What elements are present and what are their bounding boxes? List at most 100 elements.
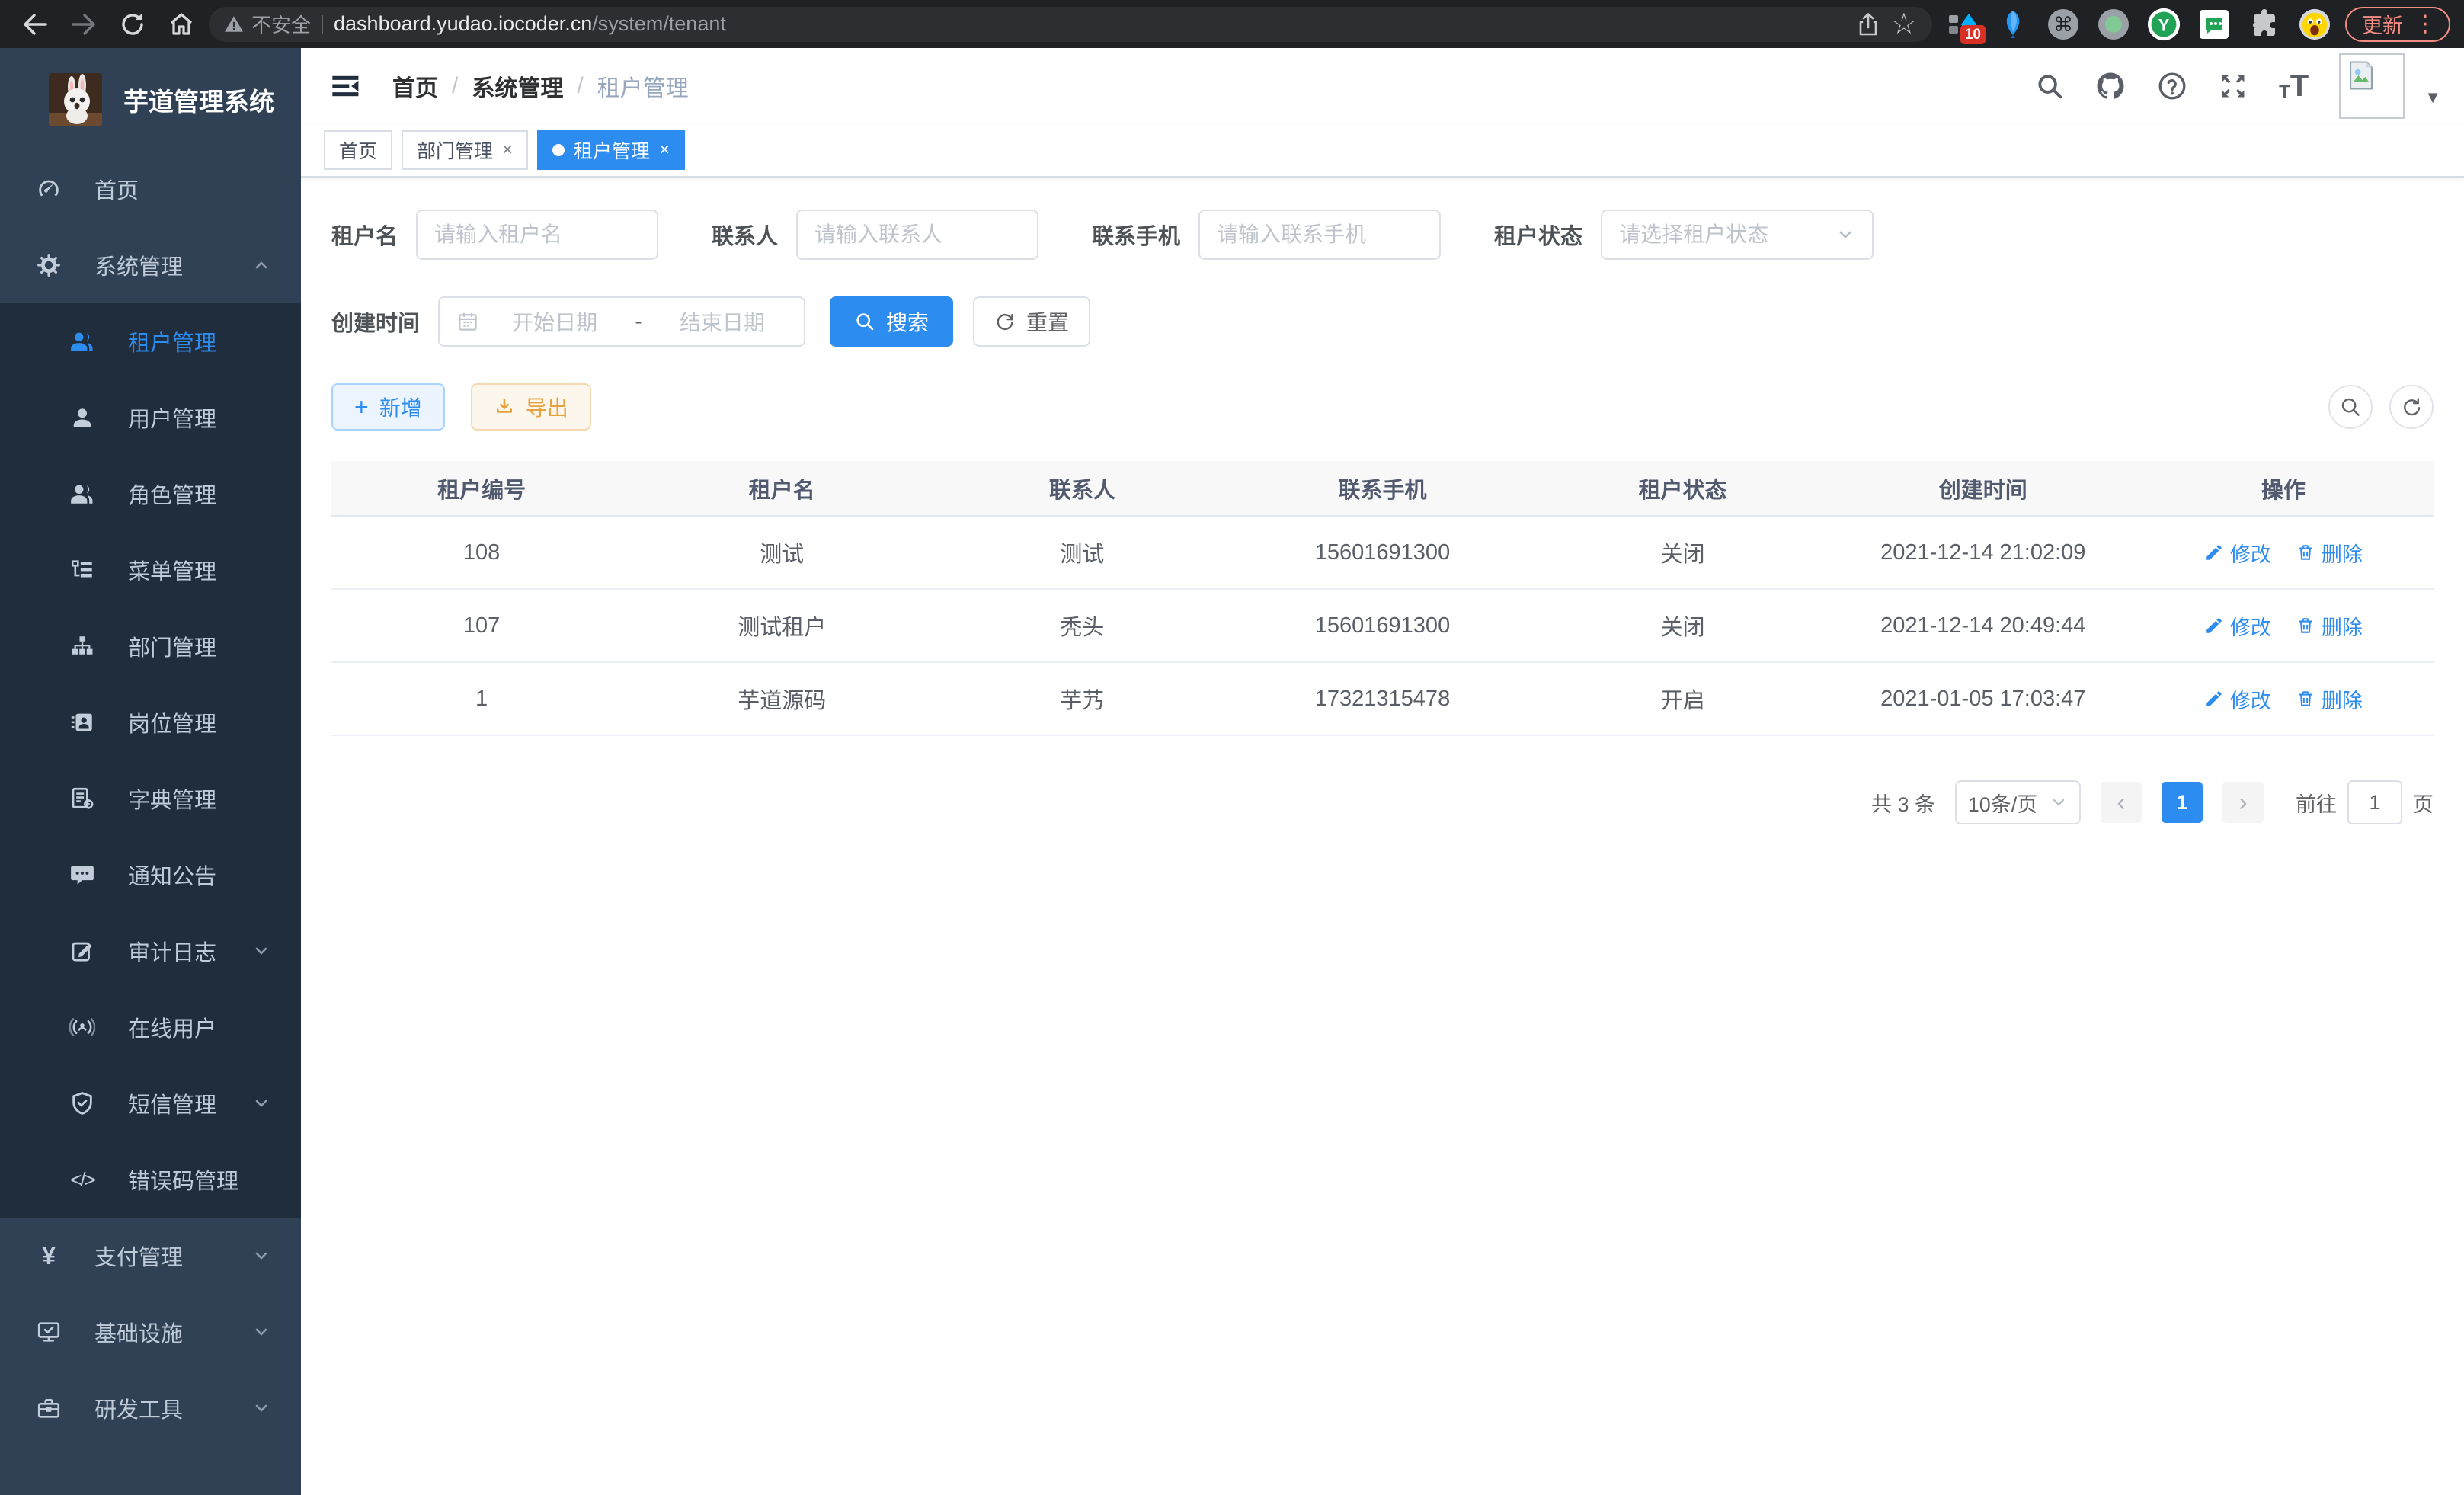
sidebar-item-menu[interactable]: 菜单管理 xyxy=(0,532,301,608)
sidebar-item-devtools[interactable]: 研发工具 xyxy=(0,1370,301,1446)
sidebar-item-audit-log[interactable]: 审计日志 xyxy=(0,913,301,989)
search-icon[interactable] xyxy=(2035,72,2064,101)
goto-page-input[interactable] xyxy=(2347,780,2402,824)
tab-home[interactable]: 首页 xyxy=(324,130,392,170)
sidebar-item-tenant[interactable]: 租户管理 xyxy=(0,303,301,379)
delete-link[interactable]: 删除 xyxy=(2296,611,2363,641)
browser-forward-icon[interactable] xyxy=(62,7,105,42)
table-search-toggle-button[interactable] xyxy=(2328,385,2373,429)
extension-command-icon[interactable]: ⌘ xyxy=(2046,8,2080,41)
github-icon[interactable] xyxy=(2094,70,2126,102)
edit-link[interactable]: 修改 xyxy=(2204,684,2271,714)
page-unit-label: 页 xyxy=(2413,788,2434,818)
gear-icon xyxy=(34,252,64,278)
extension-kite-icon[interactable] xyxy=(1996,8,2030,41)
table-refresh-button[interactable] xyxy=(2389,385,2434,429)
browser-reload-icon[interactable] xyxy=(111,7,154,42)
tenant-name-input-wrap xyxy=(416,210,658,260)
breadcrumb-section[interactable]: 系统管理 xyxy=(472,69,563,103)
tenant-name-input[interactable] xyxy=(434,222,640,247)
add-button[interactable]: + 新增 xyxy=(331,383,445,431)
search-button[interactable]: 搜索 xyxy=(830,296,953,347)
contact-input[interactable] xyxy=(814,222,1020,247)
navbar-actions: TT ▼ xyxy=(2035,53,2441,119)
trash-icon xyxy=(2296,543,2315,562)
sidebar-item-online-users[interactable]: 在线用户 xyxy=(0,989,301,1065)
mobile-input[interactable] xyxy=(1217,222,1422,247)
sidebar-item-dept[interactable]: 部门管理 xyxy=(0,608,301,684)
pagination: 共 3 条 10条/页 ‹ 1 › 前往 页 xyxy=(331,780,2434,824)
col-contact: 联系人 xyxy=(932,461,1232,516)
prev-page-button[interactable]: ‹ xyxy=(2101,782,2142,823)
chevron-down-icon xyxy=(1835,225,1855,245)
sidebar-item-system[interactable]: 系统管理 xyxy=(0,227,301,303)
extension-diamond-icon[interactable]: 10 xyxy=(1946,8,1979,41)
extension-emoji-icon[interactable] xyxy=(2298,8,2331,41)
sidebar-submenu-system: 租户管理 用户管理 角色管理 xyxy=(0,303,301,1218)
edit-link[interactable]: 修改 xyxy=(2204,611,2271,641)
sidebar-item-infra[interactable]: 基础设施 xyxy=(0,1294,301,1370)
sidebar-item-home[interactable]: 首页 xyxy=(0,151,301,227)
reset-button[interactable]: 重置 xyxy=(973,296,1090,347)
help-icon[interactable] xyxy=(2157,71,2187,101)
create-time-range-picker[interactable]: 开始日期 - 结束日期 xyxy=(438,296,805,347)
security-warning[interactable]: 不安全 xyxy=(224,10,311,38)
top-navbar: 首页 / 系统管理 / 租户管理 TT xyxy=(301,48,2464,124)
extension-chat-icon[interactable] xyxy=(2197,8,2231,41)
security-label: 不安全 xyxy=(251,10,311,38)
avatar[interactable] xyxy=(2339,53,2405,119)
sidebar-item-pay[interactable]: ¥ 支付管理 xyxy=(0,1218,301,1294)
status-select[interactable] xyxy=(1601,210,1874,260)
table-row: 1 芋道源码 芋艿 17321315478 开启 2021-01-05 17:0… xyxy=(331,662,2434,735)
sidebar-item-error-code[interactable]: </> 错误码管理 xyxy=(0,1141,301,1218)
sidebar-item-dict[interactable]: 字典管理 xyxy=(0,760,301,837)
delete-link[interactable]: 删除 xyxy=(2296,538,2363,568)
sidebar-collapse-icon[interactable] xyxy=(328,68,365,104)
page-1-button[interactable]: 1 xyxy=(2162,782,2203,823)
logo-rabbit-image xyxy=(49,73,102,126)
browser-update-button[interactable]: 更新 ⋮ xyxy=(2345,7,2450,42)
url-bar[interactable]: 不安全 dashboard.yudao.iocoder.cn/system/te… xyxy=(209,7,1932,42)
sidebar-item-user[interactable]: 用户管理 xyxy=(0,379,301,456)
fullscreen-icon[interactable] xyxy=(2218,71,2248,101)
search-icon xyxy=(2339,395,2362,418)
sidebar: 芋道管理系统 首页 系统管理 xyxy=(0,48,301,1495)
page-size-select[interactable]: 10条/页 xyxy=(1955,780,2081,824)
next-page-button[interactable]: › xyxy=(2222,782,2264,823)
end-date-placeholder[interactable]: 结束日期 xyxy=(658,306,787,337)
export-button[interactable]: 导出 xyxy=(471,383,591,431)
breadcrumb-home[interactable]: 首页 xyxy=(392,69,438,103)
close-icon[interactable]: × xyxy=(659,139,670,161)
bookmark-star-icon[interactable]: ☆ xyxy=(1891,7,1917,41)
close-icon[interactable]: × xyxy=(502,139,513,161)
col-mobile: 联系手机 xyxy=(1232,461,1532,516)
active-tab-dot xyxy=(552,144,565,156)
cell-contact: 秃头 xyxy=(932,589,1232,662)
browser-home-icon[interactable] xyxy=(160,7,203,42)
sidebar-item-notice[interactable]: 通知公告 xyxy=(0,837,301,913)
font-size-icon[interactable]: TT xyxy=(2279,71,2309,101)
extensions-puzzle-icon[interactable] xyxy=(2248,8,2281,41)
browser-back-icon[interactable] xyxy=(14,7,56,42)
sidebar-item-role[interactable]: 角色管理 xyxy=(0,456,301,532)
extension-record-icon[interactable] xyxy=(2097,8,2130,41)
trash-icon xyxy=(2296,689,2315,709)
share-icon[interactable] xyxy=(1856,12,1880,37)
sidebar-item-post[interactable]: 岗位管理 xyxy=(0,684,301,760)
avatar-caret-icon[interactable]: ▼ xyxy=(2424,88,2441,107)
start-date-placeholder[interactable]: 开始日期 xyxy=(490,306,619,337)
sidebar-item-label: 通知公告 xyxy=(128,859,270,891)
tab-dept[interactable]: 部门管理 × xyxy=(402,130,528,170)
edit-link[interactable]: 修改 xyxy=(2204,538,2271,568)
pencil-icon xyxy=(2204,616,2224,635)
delete-link[interactable]: 删除 xyxy=(2296,684,2363,714)
extension-y-icon[interactable]: Y xyxy=(2147,8,2181,41)
browser-menu-icon[interactable]: ⋮ xyxy=(2414,11,2437,37)
tab-tenant[interactable]: 租户管理 × xyxy=(537,130,685,170)
sidebar-logo[interactable]: 芋道管理系统 xyxy=(0,48,301,151)
status-select-input[interactable] xyxy=(1619,222,1825,247)
url-text[interactable]: dashboard.yudao.iocoder.cn/system/tenant xyxy=(334,12,726,36)
sidebar-item-sms[interactable]: 短信管理 xyxy=(0,1065,301,1141)
plus-icon: + xyxy=(354,395,369,419)
cell-create-time: 2021-12-14 21:02:09 xyxy=(1833,516,2133,589)
